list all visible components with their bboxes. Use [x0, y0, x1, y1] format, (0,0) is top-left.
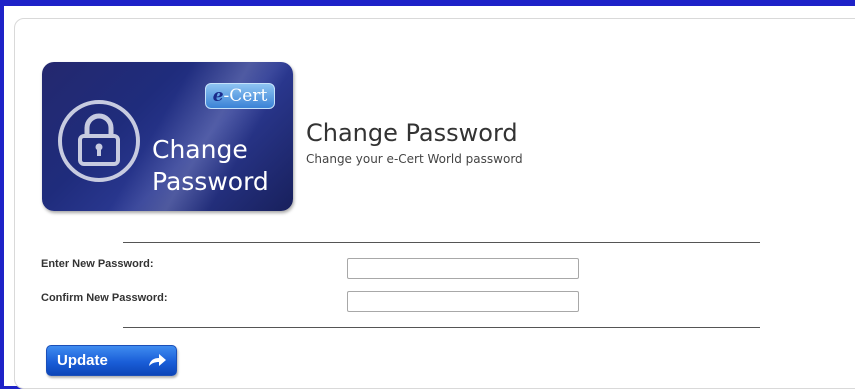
page-title: Change Password [306, 119, 518, 147]
ecert-logo-tag: e-Cert [205, 83, 275, 109]
arrow-right-icon [149, 354, 166, 366]
form-divider-bottom [123, 327, 760, 328]
update-button[interactable]: Update [46, 345, 177, 376]
page-subtitle: Change your e-Cert World password [306, 152, 523, 166]
change-password-badge: e-Cert Change Password [42, 62, 293, 211]
update-button-label: Update [57, 352, 108, 369]
new-password-field[interactable] [347, 258, 579, 279]
lock-icon [58, 100, 140, 182]
confirm-password-field[interactable] [347, 291, 579, 312]
badge-title-line1: Change [152, 135, 248, 164]
badge-title-line2: Password [152, 167, 269, 196]
window-frame: e-Cert Change Password Change Password C… [0, 0, 855, 389]
form-divider-top [123, 242, 760, 243]
new-password-label: Enter New Password: [41, 258, 154, 270]
confirm-password-label: Confirm New Password: [41, 292, 168, 304]
